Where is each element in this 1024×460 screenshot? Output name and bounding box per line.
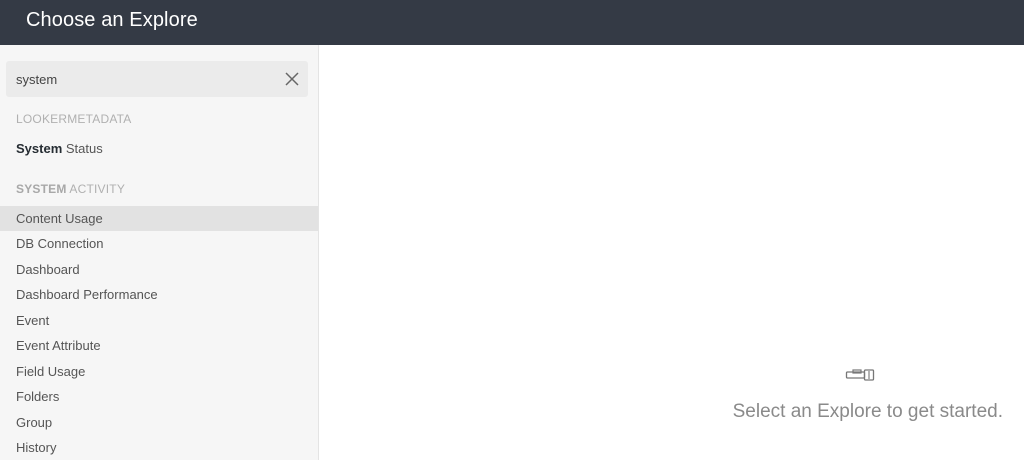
item-text: Dashboard Performance <box>16 287 158 302</box>
explore-item-db-connection[interactable]: DB Connection <box>0 231 318 256</box>
explore-item-dashboard-performance[interactable]: Dashboard Performance <box>0 282 318 307</box>
item-text: DB Connection <box>16 236 104 251</box>
search-input[interactable] <box>6 61 276 97</box>
item-text: Status <box>62 141 103 156</box>
header-bar: Choose an Explore <box>0 0 1024 45</box>
item-text: Field Usage <box>16 364 86 379</box>
group-match-text: SYSTEM <box>16 182 67 196</box>
explore-item-folders[interactable]: Folders <box>0 384 318 409</box>
group-label: ACTIVITY <box>66 182 126 196</box>
page-title: Choose an Explore <box>26 9 198 31</box>
item-text: History <box>16 440 57 455</box>
group-header-system-activity: SYSTEM ACTIVITY <box>16 182 125 196</box>
item-text: Group <box>16 415 53 430</box>
search-box <box>6 61 308 97</box>
explore-item-group[interactable]: Group <box>0 410 318 435</box>
group-header-lookermetadata: LOOKERMETADATA <box>16 112 131 126</box>
explore-item-history[interactable]: History <box>0 435 318 460</box>
explore-item-field-usage[interactable]: Field Usage <box>0 359 318 384</box>
explore-item-system-status[interactable]: System Status <box>0 136 318 161</box>
explore-item-event[interactable]: Event <box>0 308 318 333</box>
item-text: Content Usage <box>16 211 103 226</box>
item-text: Event Attribute <box>16 338 101 353</box>
item-text: Event <box>16 313 50 328</box>
item-text: Dashboard <box>16 262 80 277</box>
group-label: LOOKERMETADATA <box>16 112 132 126</box>
item-text: Folders <box>16 389 60 404</box>
explore-item-event-attribute[interactable]: Event Attribute <box>0 333 318 358</box>
explore-sidebar: LOOKERMETADATA System Status SYSTEM ACTI… <box>0 45 319 460</box>
empty-state-message: Select an Explore to get started. <box>732 401 1003 422</box>
explore-item-content-usage[interactable]: Content Usage <box>0 206 318 231</box>
empty-state: Select an Explore to get started. <box>319 45 1024 460</box>
explore-binoculars-icon <box>845 369 875 381</box>
explore-item-dashboard[interactable]: Dashboard <box>0 257 318 282</box>
item-match-text: System <box>16 141 63 156</box>
clear-search-icon[interactable] <box>282 69 302 89</box>
